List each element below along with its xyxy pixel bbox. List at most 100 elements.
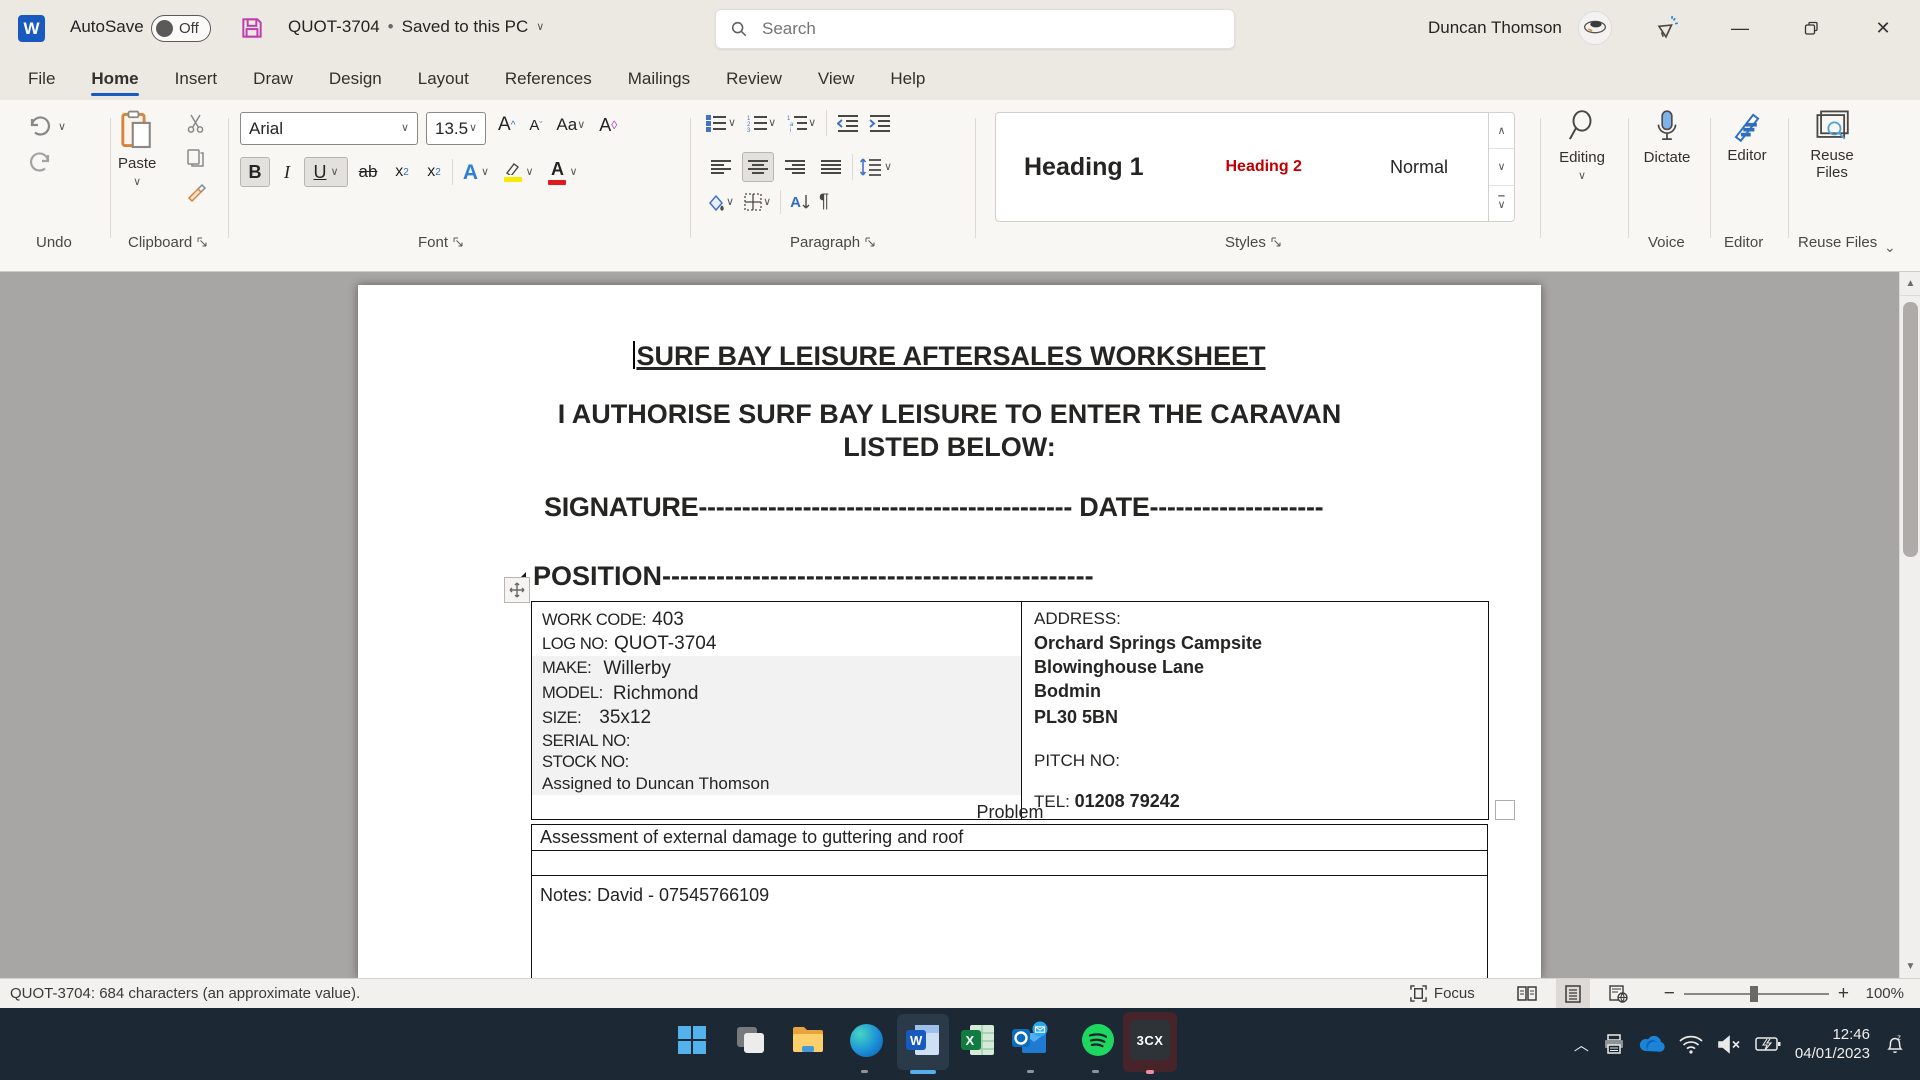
reuse-files-button[interactable]: Reuse Files (1794, 110, 1870, 181)
tab-help[interactable]: Help (886, 61, 929, 97)
align-center-button[interactable] (742, 152, 774, 182)
tab-view[interactable]: View (814, 61, 859, 97)
style-heading2[interactable]: Heading 2 (1225, 158, 1301, 176)
show-paragraph-marks-button[interactable]: ¶ (819, 191, 829, 213)
account-name[interactable]: Duncan Thomson (1428, 18, 1562, 38)
caravan-details-table[interactable]: WORK CODE:403 LOG NO:QUOT-3704 MAKE:Will… (531, 601, 1489, 820)
paste-button[interactable]: Paste ∨ (118, 110, 156, 188)
checkbox[interactable] (1495, 800, 1515, 820)
start-button[interactable] (672, 1020, 712, 1060)
empty-row[interactable] (531, 850, 1488, 877)
line-spacing-button[interactable]: ∨ (859, 158, 892, 176)
change-case-button[interactable]: Aa∨ (556, 115, 585, 135)
scroll-up-icon[interactable]: ▲ (1900, 272, 1920, 296)
tab-review[interactable]: Review (722, 61, 786, 97)
outlook-icon[interactable] (1010, 1020, 1050, 1060)
tab-layout[interactable]: Layout (414, 61, 473, 97)
bullets-button[interactable]: ∨ (706, 114, 736, 132)
edge-icon[interactable] (846, 1020, 886, 1060)
dialog-launcher-icon[interactable] (453, 237, 464, 248)
character-count[interactable]: QUOT-3704: 684 characters (an approximat… (0, 985, 360, 1002)
superscript-button[interactable]: x2 (420, 157, 448, 187)
threecx-icon[interactable]: 3CX (1130, 1020, 1170, 1060)
print-layout-button[interactable] (1556, 979, 1590, 1009)
onedrive-icon[interactable] (1639, 1035, 1665, 1053)
problem-description-row[interactable]: Assessment of external damage to gutteri… (531, 824, 1488, 851)
style-heading1[interactable]: Heading 1 (1024, 153, 1143, 182)
styles-scroll-up-icon[interactable]: ∧ (1489, 113, 1514, 149)
focus-mode-button[interactable]: Focus (1401, 979, 1484, 1009)
tray-chevron-up-icon[interactable]: ︿ (1574, 1034, 1589, 1055)
coming-soon-megaphone-icon[interactable] (1650, 12, 1684, 44)
subscript-button[interactable]: x2 (388, 157, 416, 187)
text-effects-button[interactable]: A∨ (457, 157, 495, 187)
decrease-indent-button[interactable] (837, 114, 859, 132)
wifi-icon[interactable] (1679, 1035, 1703, 1054)
spotify-icon[interactable] (1078, 1020, 1118, 1060)
italic-button[interactable]: I (274, 157, 300, 187)
word-icon[interactable]: W (903, 1020, 943, 1060)
copy-button[interactable] (186, 148, 206, 168)
dialog-launcher-icon[interactable] (1271, 237, 1282, 248)
shading-button[interactable]: ∨ (706, 193, 734, 211)
search-bar[interactable] (715, 9, 1235, 49)
battery-icon[interactable] (1755, 1036, 1781, 1052)
save-icon[interactable] (237, 13, 267, 43)
tab-mailings[interactable]: Mailings (624, 61, 694, 97)
vertical-scrollbar[interactable]: ▲ ▼ (1899, 272, 1920, 978)
dictate-button[interactable]: Dictate (1632, 110, 1702, 166)
tab-insert[interactable]: Insert (171, 61, 222, 97)
grow-font-button[interactable]: A^ (498, 114, 515, 136)
underline-button[interactable]: U∨ (304, 157, 348, 187)
table-move-handle[interactable] (504, 577, 530, 603)
task-view-button[interactable] (730, 1020, 770, 1060)
zoom-slider-thumb[interactable] (1750, 986, 1758, 1002)
taskbar-clock[interactable]: 12:46 04/01/2023 (1795, 1025, 1870, 1063)
highlight-color-button[interactable]: ∨ (499, 157, 539, 187)
restore-button[interactable] (1794, 12, 1828, 44)
dialog-launcher-icon[interactable] (865, 237, 876, 248)
style-normal[interactable]: Normal (1390, 157, 1448, 178)
styles-scroll-down-icon[interactable]: ∨ (1489, 149, 1514, 185)
justify-button[interactable] (816, 153, 846, 181)
undo-button[interactable]: ∨ (28, 116, 66, 138)
avatar[interactable] (1578, 11, 1612, 45)
file-explorer-icon[interactable] (788, 1020, 828, 1060)
tab-file[interactable]: File (24, 61, 59, 97)
format-painter-button[interactable] (186, 182, 208, 202)
sort-button[interactable]: A (790, 194, 810, 211)
notes-row[interactable]: Notes: David - 07545766109 (531, 875, 1488, 978)
editor-button[interactable]: Editor (1716, 110, 1778, 164)
dialog-launcher-icon[interactable] (197, 237, 208, 248)
tab-home[interactable]: Home (87, 61, 142, 97)
numbering-button[interactable]: 123 ∨ (746, 114, 776, 132)
read-mode-button[interactable] (1508, 979, 1546, 1009)
zoom-percentage[interactable]: 100% (1858, 985, 1920, 1002)
volume-muted-icon[interactable] (1717, 1035, 1741, 1054)
redo-button[interactable] (28, 152, 52, 174)
shrink-font-button[interactable]: Aˇ (529, 117, 542, 134)
zoom-in-button[interactable]: + (1829, 979, 1858, 1009)
word-logo-icon[interactable]: W (18, 15, 45, 42)
search-input[interactable] (760, 18, 1220, 40)
excel-icon[interactable]: X (958, 1020, 998, 1060)
align-left-button[interactable] (706, 153, 736, 181)
editing-button[interactable]: Editing ∨ (1550, 110, 1614, 182)
collapse-ribbon-icon[interactable]: ⌄ (1884, 240, 1896, 254)
tab-draw[interactable]: Draw (249, 61, 297, 97)
strikethrough-button[interactable]: ab (352, 157, 384, 187)
borders-button[interactable]: ∨ (743, 193, 771, 211)
bold-button[interactable]: B (240, 157, 270, 187)
zoom-out-button[interactable]: − (1655, 979, 1684, 1009)
printer-icon[interactable] (1603, 1034, 1625, 1054)
zoom-slider[interactable] (1684, 993, 1829, 995)
font-color-button[interactable]: A ∨ (543, 157, 583, 187)
document-title-menu[interactable]: QUOT-3704 • Saved to this PC ∨ (288, 17, 544, 37)
close-button[interactable]: ✕ (1866, 12, 1900, 44)
autosave-toggle[interactable]: Off (151, 15, 211, 42)
notification-bell-icon[interactable]: z (1884, 1033, 1906, 1055)
align-right-button[interactable] (780, 153, 810, 181)
styles-gallery-expand-icon[interactable]: ▔∨ (1489, 186, 1514, 221)
scrollbar-thumb[interactable] (1903, 302, 1918, 557)
clear-formatting-button[interactable]: A◊ (599, 115, 617, 136)
